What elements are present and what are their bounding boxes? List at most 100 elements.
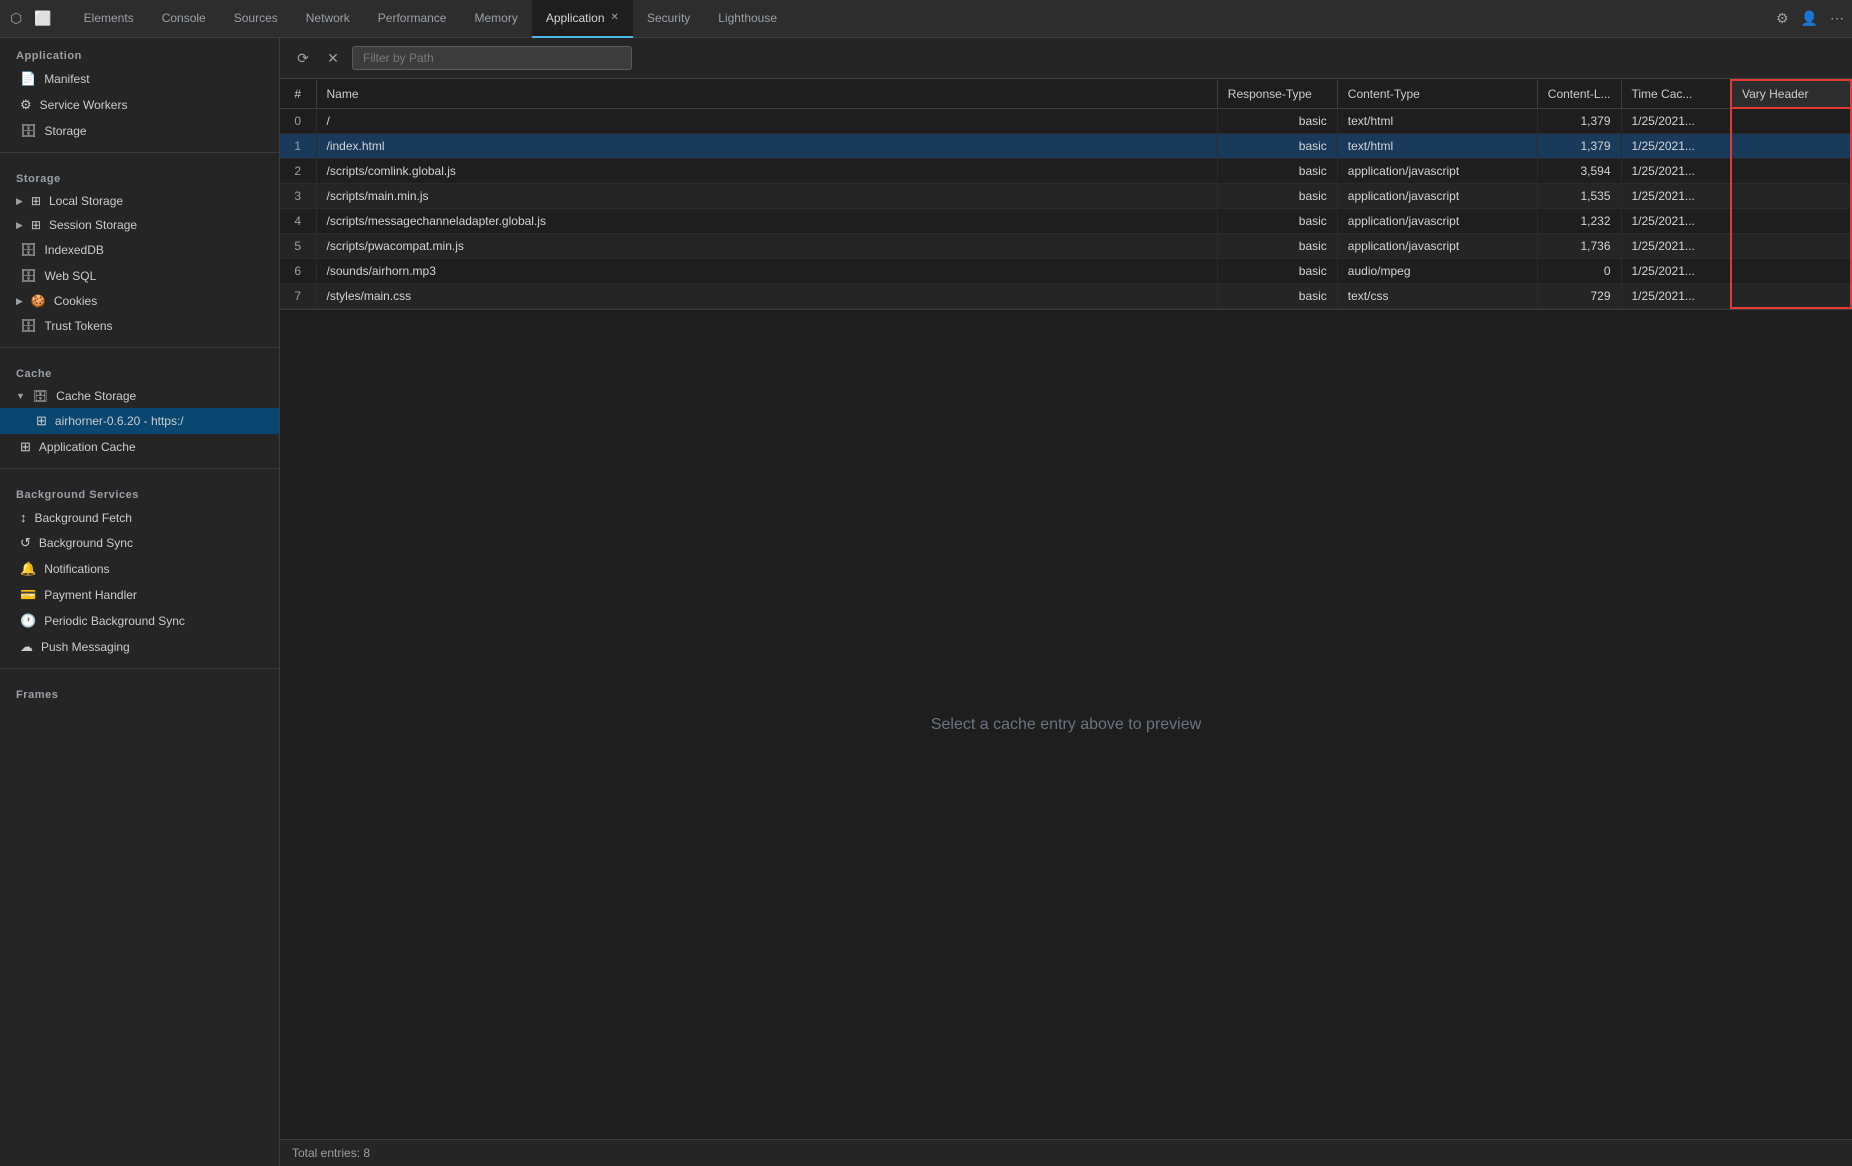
cell-response-type: basic <box>1217 108 1337 133</box>
sidebar-item-background-sync[interactable]: ↺ Background Sync <box>0 530 279 556</box>
col-header-content-type: Content-Type <box>1337 80 1537 108</box>
triangle-right-icon-3: ▶ <box>16 296 23 307</box>
clear-button[interactable]: ✕ <box>322 47 344 69</box>
cell-content-length: 1,379 <box>1537 133 1621 158</box>
cell-num: 3 <box>280 183 316 208</box>
manifest-icon: 📄 <box>20 71 36 87</box>
sidebar-item-local-storage[interactable]: ▶ ⊞ Local Storage <box>0 189 279 213</box>
cell-content-type: application/javascript <box>1337 208 1537 233</box>
trust-tokens-icon: 🗄 <box>20 318 37 334</box>
cell-content-length: 729 <box>1537 283 1621 308</box>
triangle-right-icon-2: ▶ <box>16 220 23 231</box>
cell-num: 2 <box>280 158 316 183</box>
sidebar-item-payment-handler[interactable]: 💳 Payment Handler <box>0 582 279 608</box>
table-row[interactable]: 5 /scripts/pwacompat.min.js basic applic… <box>280 233 1851 258</box>
cell-response-type: basic <box>1217 133 1337 158</box>
user-icon[interactable]: 👤 <box>1801 10 1818 27</box>
tab-bar-right: ⚙ 👤 ⋯ <box>1776 10 1844 27</box>
sidebar-item-indexeddb[interactable]: 🗄 IndexedDB <box>0 237 279 263</box>
toolbar: ⟳ ✕ <box>280 38 1852 79</box>
sidebar-item-push-messaging[interactable]: ☁ Push Messaging <box>0 634 279 660</box>
cell-name: /scripts/pwacompat.min.js <box>316 233 1217 258</box>
cookies-icon: 🍪 <box>31 294 46 308</box>
table-row[interactable]: 4 /scripts/messagechanneladapter.global.… <box>280 208 1851 233</box>
filter-input[interactable] <box>352 46 632 70</box>
col-header-content-length: Content-L... <box>1537 80 1621 108</box>
col-header-time-cached: Time Cac... <box>1621 80 1731 108</box>
sidebar-item-periodic-bg-sync[interactable]: 🕐 Periodic Background Sync <box>0 608 279 634</box>
tab-bar: ⬡ ⬜ Elements Console Sources Network Per… <box>0 0 1852 38</box>
local-storage-icon: ⊞ <box>31 194 41 208</box>
content-area: ⟳ ✕ # Name Response-Type Content-Type Co… <box>280 38 1852 1166</box>
cell-content-length: 0 <box>1537 258 1621 283</box>
table-row[interactable]: 3 /scripts/main.min.js basic application… <box>280 183 1851 208</box>
tab-lighthouse[interactable]: Lighthouse <box>704 0 791 38</box>
sidebar-item-cache-storage[interactable]: ▼ 🗄 Cache Storage <box>0 384 279 408</box>
divider-4 <box>0 668 279 669</box>
app-cache-icon: ⊞ <box>20 439 31 455</box>
cell-time-cached: 1/25/2021... <box>1621 208 1731 233</box>
cell-response-type: basic <box>1217 233 1337 258</box>
cell-time-cached: 1/25/2021... <box>1621 108 1731 133</box>
tab-performance[interactable]: Performance <box>364 0 461 38</box>
cell-name: /scripts/comlink.global.js <box>316 158 1217 183</box>
tab-elements[interactable]: Elements <box>70 0 148 38</box>
devtools-icons: ⬡ ⬜ <box>8 8 54 29</box>
cell-content-type: text/html <box>1337 133 1537 158</box>
tab-console[interactable]: Console <box>148 0 220 38</box>
cell-num: 7 <box>280 283 316 308</box>
sidebar: Application 📄 Manifest ⚙ Service Workers… <box>0 38 280 1166</box>
table-row[interactable]: 0 / basic text/html 1,379 1/25/2021... <box>280 108 1851 133</box>
cache-storage-icon: 🗄 <box>33 389 48 403</box>
refresh-button[interactable]: ⟳ <box>292 47 314 69</box>
sidebar-item-airhorner[interactable]: ⊞ airhorner-0.6.20 - https:/ <box>0 408 279 434</box>
cell-time-cached: 1/25/2021... <box>1621 258 1731 283</box>
cell-content-length: 1,736 <box>1537 233 1621 258</box>
sidebar-item-trust-tokens[interactable]: 🗄 Trust Tokens <box>0 313 279 339</box>
cell-num: 0 <box>280 108 316 133</box>
total-entries: Total entries: 8 <box>292 1146 370 1160</box>
cell-name: /scripts/messagechanneladapter.global.js <box>316 208 1217 233</box>
more-icon[interactable]: ⋯ <box>1830 10 1844 27</box>
tab-close-icon[interactable]: ✕ <box>611 12 619 23</box>
triangle-down-icon: ▼ <box>16 391 25 401</box>
table-row[interactable]: 1 /index.html basic text/html 1,379 1/25… <box>280 133 1851 158</box>
cell-content-length: 1,535 <box>1537 183 1621 208</box>
push-messaging-icon: ☁ <box>20 639 33 655</box>
background-services-title: Background Services <box>0 477 279 505</box>
sidebar-item-web-sql[interactable]: 🗄 Web SQL <box>0 263 279 289</box>
sidebar-item-manifest[interactable]: 📄 Manifest <box>0 66 279 92</box>
cache-section-title: Cache <box>0 356 279 384</box>
cell-content-length: 1,379 <box>1537 108 1621 133</box>
cell-vary <box>1731 283 1851 308</box>
cell-num: 6 <box>280 258 316 283</box>
cell-content-type: application/javascript <box>1337 158 1537 183</box>
device-icon[interactable]: ⬜ <box>32 8 53 29</box>
sidebar-item-cookies[interactable]: ▶ 🍪 Cookies <box>0 289 279 313</box>
table-row[interactable]: 7 /styles/main.css basic text/css 729 1/… <box>280 283 1851 308</box>
tab-network[interactable]: Network <box>292 0 364 38</box>
tab-security[interactable]: Security <box>633 0 704 38</box>
cell-time-cached: 1/25/2021... <box>1621 283 1731 308</box>
cell-num: 5 <box>280 233 316 258</box>
cell-content-type: application/javascript <box>1337 183 1537 208</box>
cell-time-cached: 1/25/2021... <box>1621 183 1731 208</box>
sidebar-item-background-fetch[interactable]: ↕ Background Fetch <box>0 505 279 530</box>
sidebar-item-notifications[interactable]: 🔔 Notifications <box>0 556 279 582</box>
table-row[interactable]: 6 /sounds/airhorn.mp3 basic audio/mpeg 0… <box>280 258 1851 283</box>
airhorner-icon: ⊞ <box>36 413 47 429</box>
sidebar-item-session-storage[interactable]: ▶ ⊞ Session Storage <box>0 213 279 237</box>
divider-3 <box>0 468 279 469</box>
tab-memory[interactable]: Memory <box>460 0 531 38</box>
sidebar-item-storage[interactable]: 🗄 Storage <box>0 118 279 144</box>
preview-empty-text: Select a cache entry above to preview <box>931 716 1201 734</box>
settings-icon[interactable]: ⚙ <box>1776 10 1789 27</box>
cell-content-length: 1,232 <box>1537 208 1621 233</box>
sidebar-item-application-cache[interactable]: ⊞ Application Cache <box>0 434 279 460</box>
cursor-icon[interactable]: ⬡ <box>8 8 24 29</box>
tab-application[interactable]: Application ✕ <box>532 0 633 38</box>
cache-table: # Name Response-Type Content-Type Conten… <box>280 79 1852 309</box>
sidebar-item-service-workers[interactable]: ⚙ Service Workers <box>0 92 279 118</box>
table-row[interactable]: 2 /scripts/comlink.global.js basic appli… <box>280 158 1851 183</box>
tab-sources[interactable]: Sources <box>220 0 292 38</box>
